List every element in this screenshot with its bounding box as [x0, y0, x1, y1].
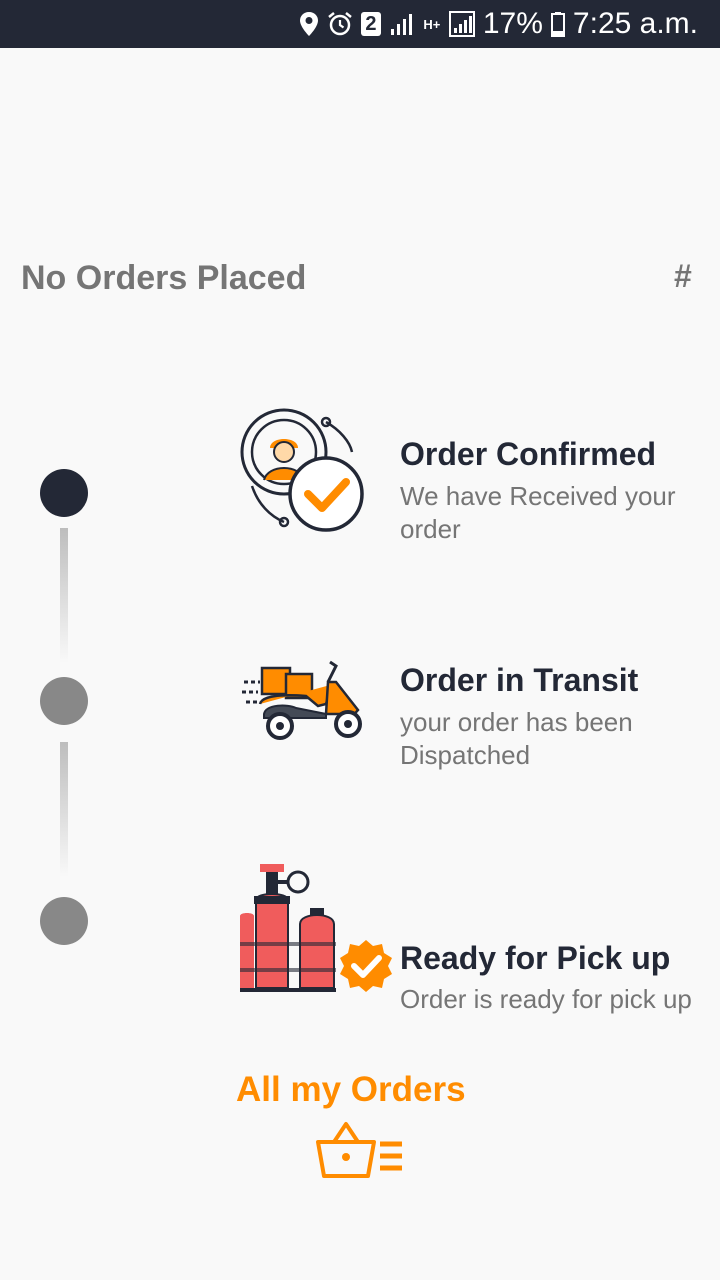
- alarm-icon: [328, 12, 352, 36]
- step-title-confirmed: Order Confirmed: [400, 436, 657, 472]
- timeline-dot-confirmed: [40, 469, 88, 517]
- timeline-connector: [60, 742, 68, 877]
- all-orders-link[interactable]: All my Orders: [236, 1068, 466, 1112]
- timeline-dot-pickup: [40, 897, 88, 945]
- sim-slot-icon: 2: [360, 12, 381, 36]
- timeline-dot-transit: [40, 677, 88, 725]
- basket-list-icon[interactable]: [316, 1120, 408, 1182]
- step-title-transit: Order in Transit: [400, 662, 639, 698]
- delivery-person-check-icon: [240, 408, 364, 532]
- network-type-icon: H+: [423, 16, 441, 32]
- status-bar: 2 H+ 17% 7:25 a.m.: [0, 0, 720, 48]
- step-title-pickup: Ready for Pick up: [400, 940, 671, 976]
- page-title: No Orders Placed: [21, 259, 307, 297]
- signal-box-icon: [448, 11, 475, 37]
- delivery-scooter-icon: [242, 660, 362, 740]
- order-number: #: [674, 258, 692, 294]
- signal-icon: [390, 14, 412, 35]
- gas-cylinder-check-icon: [240, 864, 392, 992]
- battery-icon: [550, 12, 565, 37]
- timeline-connector: [60, 528, 68, 663]
- step-desc-transit: your order has been Dispatched: [400, 707, 633, 770]
- battery-percent: 17%: [482, 7, 543, 40]
- clock: 7:25 a.m.: [572, 7, 698, 40]
- step-desc-pickup: Order is ready for pick up: [400, 984, 692, 1014]
- status-icons: 2 H+ 17% 7:25 a.m.: [299, 0, 698, 48]
- step-desc-confirmed: We have Received your order: [400, 481, 676, 544]
- location-icon: [299, 12, 318, 36]
